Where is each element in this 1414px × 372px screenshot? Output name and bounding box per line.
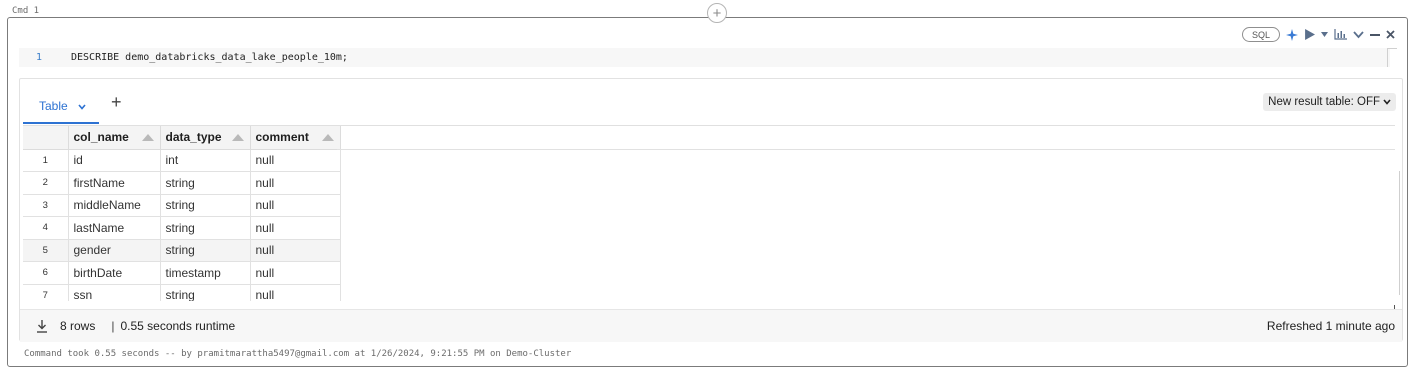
column-header-data-type[interactable]: data_type [160,126,251,150]
cell-col-name[interactable]: lastName [68,216,161,240]
cell-comment[interactable]: null [250,239,341,262]
header-row: col_name data_type comment [23,126,341,150]
results-panel: Table + New result table: OFF col_name d… [19,78,1403,342]
run-options-chevron-down-icon[interactable] [1321,28,1328,42]
plus-icon: + [712,4,722,22]
table-row[interactable]: 5 gender string null [23,239,341,262]
refreshed-text: Refreshed 1 minute ago [1266,319,1395,333]
cell-col-name[interactable]: id [68,149,161,172]
chart-icon[interactable] [1334,28,1347,42]
table-row[interactable]: 4 lastName string null [23,216,341,240]
assistant-sparkle-icon[interactable] [1286,28,1298,42]
new-result-table-label: New result table: OFF [1268,96,1380,108]
cell-col-name[interactable]: gender [68,239,161,262]
cell-col-name[interactable]: ssn [68,284,161,301]
cell-comment[interactable]: null [250,194,341,217]
row-number: 5 [23,239,69,262]
results-tabs: Table + New result table: OFF [20,79,1402,125]
row-number: 4 [23,216,69,240]
download-icon[interactable] [35,319,49,333]
row-number: 2 [23,171,69,195]
command-status: Command took 0.55 seconds -- by pramitma… [24,349,572,359]
cell-col-name[interactable]: middleName [68,194,161,217]
cell-data-type[interactable]: timestamp [160,261,251,285]
cell-toolbar: SQL [1241,27,1395,42]
editor-scrollbar[interactable] [1387,48,1397,67]
run-icon[interactable] [1304,28,1315,42]
row-number: 3 [23,194,69,217]
cell-comment[interactable]: null [250,149,341,172]
table-row[interactable]: 1 id int null [23,149,341,172]
table-row[interactable]: 3 middleName string null [23,194,341,217]
line-number: 1 [35,52,43,63]
chevron-down-icon[interactable] [78,99,86,113]
row-number: 6 [23,261,69,285]
chevron-down-icon[interactable] [1353,28,1364,42]
cmd-label: Cmd 1 [12,6,40,16]
cell-comment[interactable]: null [250,284,341,301]
results-footer: 8 rows | 0.55 seconds runtime Refreshed … [20,309,1402,342]
cell-data-type[interactable]: int [160,149,251,172]
sort-icon[interactable] [321,134,334,141]
code-editor[interactable]: 1 DESCRIBE demo_databricks_data_lake_peo… [19,48,1390,67]
cell-col-name[interactable]: firstName [68,171,161,195]
add-visualization-button[interactable]: + [111,92,122,113]
sort-icon[interactable] [141,134,154,141]
cell-comment[interactable]: null [250,261,341,285]
new-result-table-toggle[interactable]: New result table: OFF [1263,93,1396,111]
results-grid[interactable]: col_name data_type comment 1 id int null… [23,125,1395,301]
table-row[interactable]: 6 birthDate timestamp null [23,261,341,285]
tab-table-label: Table [39,98,68,113]
table-row[interactable]: 2 firstName string null [23,171,341,195]
cell-comment[interactable]: null [250,216,341,240]
cell-comment[interactable]: null [250,171,341,195]
notebook-cell[interactable]: SQL 1 DESCRIBE demo_databricks_data_lake… [7,17,1408,367]
sort-icon[interactable] [231,134,244,141]
close-icon[interactable] [1386,28,1395,42]
table-row[interactable]: 7 ssn string null [23,284,341,301]
grid-header-divider [337,149,1395,150]
row-number: 7 [23,284,69,301]
chevron-down-icon [1383,99,1391,105]
cell-data-type[interactable]: string [160,194,251,217]
cell-data-type[interactable]: string [160,216,251,240]
cell-data-type[interactable]: string [160,239,251,262]
row-number: 1 [23,149,69,172]
column-header-col-name[interactable]: col_name [68,126,161,150]
row-number-header [23,126,69,150]
footer-separator: | [111,319,115,333]
cell-col-name[interactable]: birthDate [68,261,161,285]
cell-data-type[interactable]: string [160,171,251,195]
tab-table[interactable]: Table [23,89,99,124]
results-table: col_name data_type comment 1 id int null… [23,126,341,301]
rows-count: 8 rows [60,319,96,333]
column-header-comment[interactable]: comment [250,126,341,150]
language-badge[interactable]: SQL [1241,27,1280,42]
runtime-text: 0.55 seconds runtime [120,319,236,333]
code-text[interactable]: DESCRIBE demo_databricks_data_lake_peopl… [59,52,348,63]
minimize-icon[interactable] [1370,28,1380,42]
grid-scrollbar[interactable] [1399,171,1400,295]
cell-data-type[interactable]: string [160,284,251,301]
add-cell-button[interactable]: + [707,3,727,23]
